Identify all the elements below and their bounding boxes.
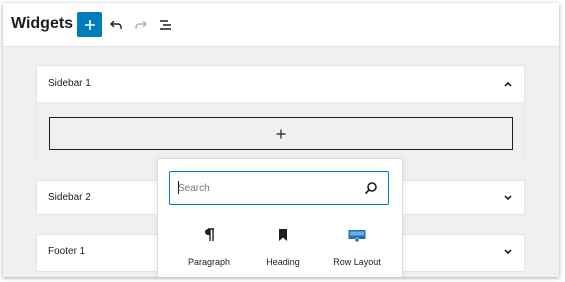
add-block-button[interactable] xyxy=(77,12,102,37)
quick-inserter-popover: Paragraph Heading Row Layout xyxy=(157,158,403,277)
plus-icon xyxy=(84,19,95,30)
block-item-row-layout[interactable]: Row Layout xyxy=(322,225,392,275)
row-layout-icon xyxy=(347,225,367,245)
chevron-down-icon[interactable] xyxy=(502,192,514,204)
redo-button[interactable] xyxy=(130,14,152,36)
editor-header: Widgets xyxy=(3,3,559,47)
block-appender-button[interactable] xyxy=(49,117,513,150)
bookmark-icon xyxy=(273,225,293,245)
widget-area-sidebar-1[interactable]: Sidebar 1 xyxy=(36,65,525,103)
search-input[interactable] xyxy=(178,180,348,196)
block-item-label: Heading xyxy=(266,257,300,267)
chevron-down-icon[interactable] xyxy=(502,246,514,258)
paragraph-icon xyxy=(199,225,219,245)
list-view-icon xyxy=(160,20,171,30)
undo-icon xyxy=(110,20,122,29)
list-view-button[interactable] xyxy=(155,14,177,36)
widget-area-content xyxy=(36,102,525,159)
search-icon xyxy=(364,182,377,195)
page-title: Widgets xyxy=(11,15,74,32)
widget-area-title: Footer 1 xyxy=(48,246,86,257)
chevron-up-icon[interactable] xyxy=(502,78,514,90)
plus-icon xyxy=(276,129,286,138)
block-item-label: Paragraph xyxy=(187,257,231,267)
block-item-paragraph[interactable]: Paragraph xyxy=(174,225,244,275)
redo-icon xyxy=(135,20,147,29)
widgets-editor: Widgets Sidebar 1 Sidebar 2 Footer 1 Sea… xyxy=(3,3,559,277)
widget-area-title: Sidebar 2 xyxy=(48,192,91,203)
block-item-heading[interactable]: Heading xyxy=(248,225,318,275)
block-item-label: Row Layout xyxy=(333,257,381,267)
widget-area-title: Sidebar 1 xyxy=(48,78,91,89)
undo-button[interactable] xyxy=(105,14,127,36)
block-search[interactable] xyxy=(169,171,389,205)
